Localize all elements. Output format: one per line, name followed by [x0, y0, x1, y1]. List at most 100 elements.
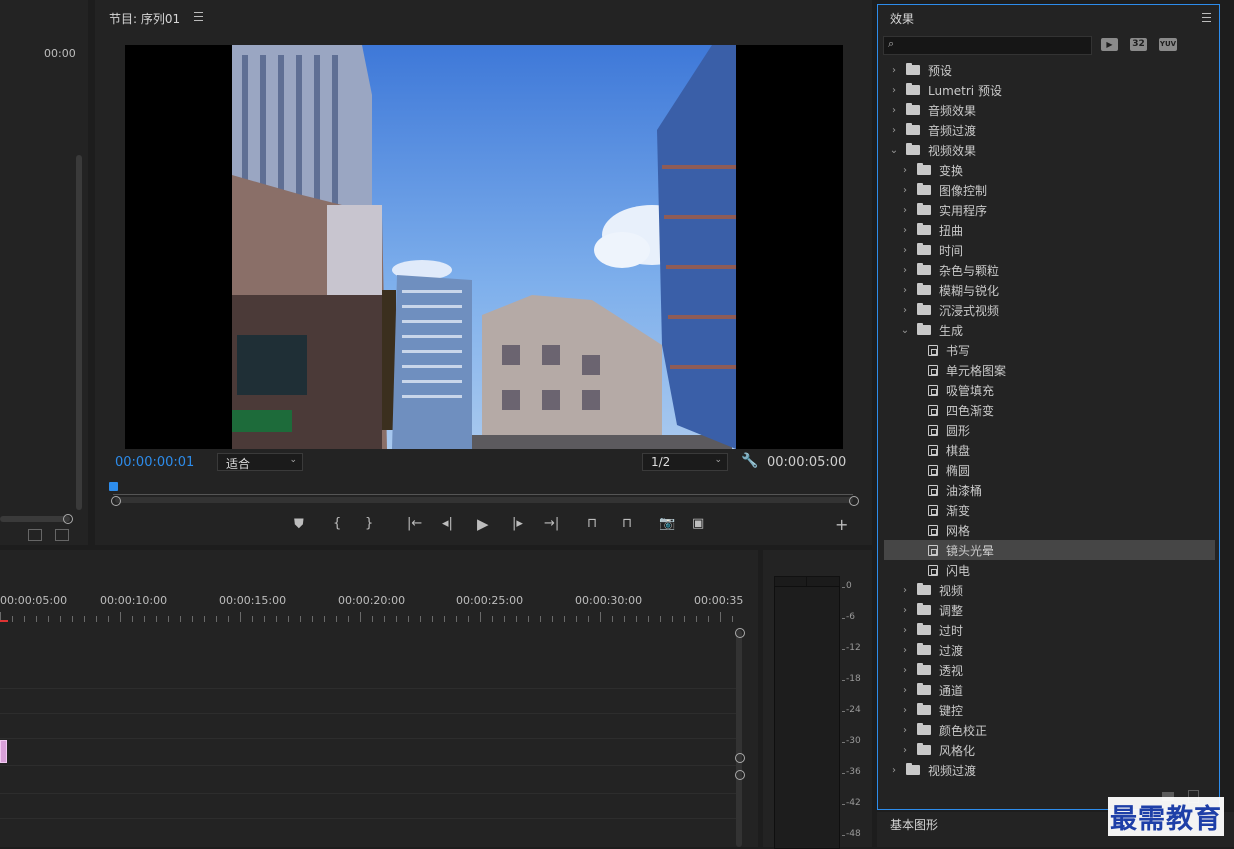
chevron-down-icon[interactable]: ⌄ — [899, 325, 911, 336]
effect-folder[interactable]: › 过时 — [884, 620, 1215, 640]
effect-folder[interactable]: › 扭曲 — [884, 220, 1215, 240]
chevron-right-icon[interactable]: › — [888, 125, 900, 136]
effect-item[interactable]: 棋盘 — [884, 440, 1215, 460]
export-frame-icon[interactable]: 📷 — [659, 516, 675, 531]
effect-folder[interactable]: › 视频过渡 — [884, 760, 1215, 780]
effect-item[interactable]: 单元格图案 — [884, 360, 1215, 380]
mark-out-icon[interactable]: } — [365, 516, 373, 531]
chevron-right-icon[interactable]: › — [899, 665, 911, 676]
effect-folder[interactable]: › Lumetri 预设 — [884, 80, 1215, 100]
chevron-right-icon[interactable]: › — [899, 205, 911, 216]
mark-in-icon[interactable]: { — [333, 516, 341, 531]
hamburger-icon[interactable] — [1202, 13, 1211, 22]
effect-folder[interactable]: › 颜色校正 — [884, 720, 1215, 740]
export-frame-icon[interactable] — [28, 529, 42, 541]
chevron-right-icon[interactable]: › — [899, 625, 911, 636]
chevron-right-icon[interactable]: › — [899, 265, 911, 276]
chevron-right-icon[interactable]: › — [888, 105, 900, 116]
chevron-right-icon[interactable]: › — [888, 85, 900, 96]
effect-folder[interactable]: › 音频效果 — [884, 100, 1215, 120]
chevron-right-icon[interactable]: › — [899, 725, 911, 736]
chevron-right-icon[interactable]: › — [899, 745, 911, 756]
scroll-handle[interactable] — [63, 514, 73, 524]
effect-item[interactable]: 闪电 — [884, 560, 1215, 580]
effect-folder[interactable]: › 调整 — [884, 600, 1215, 620]
add-button-icon[interactable]: + — [835, 515, 848, 534]
effect-folder[interactable]: › 模糊与锐化 — [884, 280, 1215, 300]
chevron-right-icon[interactable]: › — [899, 225, 911, 236]
chevron-right-icon[interactable]: › — [899, 705, 911, 716]
go-to-out-icon[interactable]: →| — [544, 516, 559, 531]
playhead-marker[interactable] — [109, 482, 118, 491]
effect-item[interactable]: 镜头光晕 — [884, 540, 1215, 560]
accelerated-effects-badge[interactable]: ▶ — [1101, 38, 1118, 51]
effect-folder[interactable]: › 实用程序 — [884, 200, 1215, 220]
effect-folder[interactable]: › 视频 — [884, 580, 1215, 600]
32bit-badge[interactable]: 32 — [1130, 38, 1147, 51]
effect-folder[interactable]: › 音频过渡 — [884, 120, 1215, 140]
effect-item[interactable]: 圆形 — [884, 420, 1215, 440]
program-title[interactable]: 节目: 序列01 — [109, 10, 180, 27]
effect-item[interactable]: 书写 — [884, 340, 1215, 360]
effect-item[interactable]: 网格 — [884, 520, 1215, 540]
effect-folder[interactable]: › 过渡 — [884, 640, 1215, 660]
chevron-right-icon[interactable]: › — [888, 765, 900, 776]
source-horizontal-scrollbar[interactable] — [0, 516, 70, 522]
effect-folder[interactable]: ⌄ 生成 — [884, 320, 1215, 340]
effect-folder[interactable]: › 杂色与颗粒 — [884, 260, 1215, 280]
lift-icon[interactable]: ⊓ — [587, 516, 597, 531]
effect-folder[interactable]: › 风格化 — [884, 740, 1215, 760]
chevron-right-icon[interactable]: › — [899, 165, 911, 176]
effect-item[interactable]: 渐变 — [884, 500, 1215, 520]
effects-panel-title[interactable]: 效果 — [890, 10, 914, 27]
timeline-playhead[interactable] — [0, 620, 8, 622]
effect-item[interactable]: 椭圆 — [884, 460, 1215, 480]
effect-folder[interactable]: ⌄ 视频效果 — [884, 140, 1215, 160]
hamburger-icon[interactable] — [194, 12, 203, 21]
source-vertical-scrollbar[interactable] — [76, 155, 82, 510]
effect-item[interactable]: 吸管填充 — [884, 380, 1215, 400]
chevron-right-icon[interactable]: › — [899, 585, 911, 596]
effect-item[interactable]: 四色渐变 — [884, 400, 1215, 420]
scroll-handle[interactable] — [735, 628, 745, 638]
timeline-vertical-scrollbar[interactable] — [736, 630, 742, 847]
chevron-right-icon[interactable]: › — [888, 65, 900, 76]
video-clip[interactable] — [0, 740, 7, 763]
extract-icon[interactable]: ⊓ — [622, 516, 632, 531]
effect-folder[interactable]: › 透视 — [884, 660, 1215, 680]
effect-folder[interactable]: › 时间 — [884, 240, 1215, 260]
zoom-handle-left[interactable] — [111, 496, 121, 506]
step-back-icon[interactable]: ◂| — [442, 516, 453, 531]
program-time-ruler[interactable] — [113, 482, 853, 496]
effect-item[interactable]: 油漆桶 — [884, 480, 1215, 500]
chevron-right-icon[interactable]: › — [899, 645, 911, 656]
fit-dropdown[interactable]: 适合 ⌄ — [217, 453, 303, 471]
go-to-in-icon[interactable]: |← — [407, 516, 422, 531]
effect-folder[interactable]: › 变换 — [884, 160, 1215, 180]
zoom-scrollbar[interactable] — [115, 497, 853, 503]
resolution-dropdown[interactable]: 1/2 ⌄ — [642, 453, 728, 471]
effect-folder[interactable]: › 通道 — [884, 680, 1215, 700]
search-input[interactable]: ⌕ — [883, 36, 1092, 55]
chevron-right-icon[interactable]: › — [899, 245, 911, 256]
scroll-handle[interactable] — [735, 753, 745, 763]
chevron-right-icon[interactable]: › — [899, 185, 911, 196]
add-marker-icon[interactable]: ⛊ — [294, 517, 304, 532]
wrench-settings-icon[interactable]: 🔧 — [741, 453, 758, 469]
video-canvas[interactable] — [125, 45, 843, 449]
chevron-right-icon[interactable]: › — [899, 605, 911, 616]
step-forward-icon[interactable]: |▸ — [512, 516, 523, 531]
yuv-badge[interactable]: YUV — [1159, 38, 1177, 51]
comparison-view-icon[interactable]: ▣ — [692, 516, 704, 531]
effect-folder[interactable]: › 预设 — [884, 60, 1215, 80]
playhead-timecode[interactable]: 00:00:00:01 — [115, 455, 194, 470]
scroll-handle[interactable] — [735, 770, 745, 780]
effect-folder[interactable]: › 图像控制 — [884, 180, 1215, 200]
zoom-handle-right[interactable] — [849, 496, 859, 506]
chevron-right-icon[interactable]: › — [899, 305, 911, 316]
effect-folder[interactable]: › 沉浸式视频 — [884, 300, 1215, 320]
timeline-ruler[interactable]: 00:00:05:00 00:00:10:00 00:00:15:00 00:0… — [0, 590, 743, 622]
chevron-right-icon[interactable]: › — [899, 685, 911, 696]
play-icon[interactable]: ▶ — [477, 515, 489, 533]
effect-folder[interactable]: › 键控 — [884, 700, 1215, 720]
